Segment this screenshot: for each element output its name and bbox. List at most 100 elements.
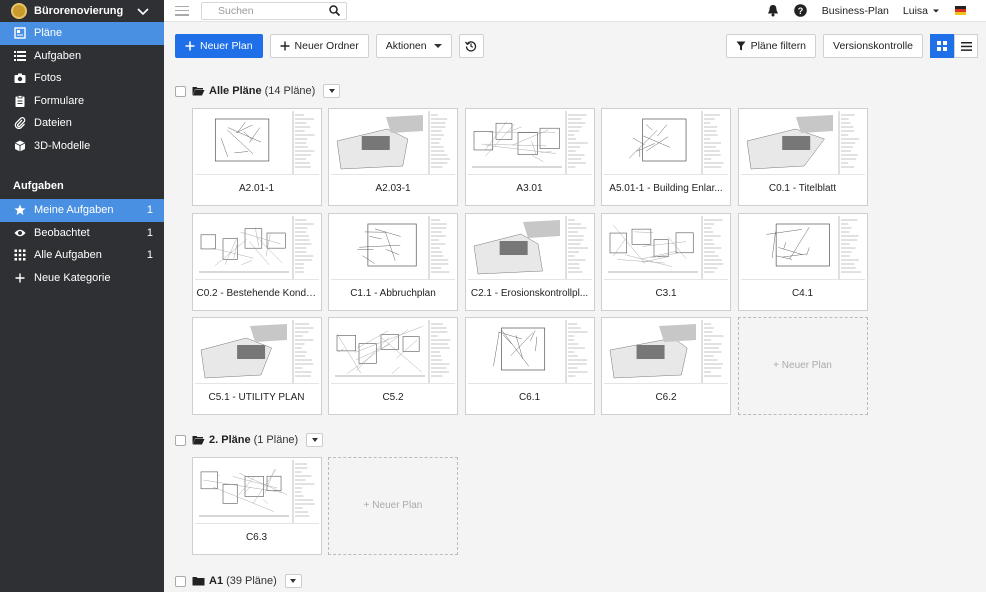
top-bar: Suchen ? Business-Plan Luisa xyxy=(164,0,986,22)
plan-title: C2.1 - Erosionskontrollpl... xyxy=(470,287,589,299)
plan-thumbnail xyxy=(740,111,865,175)
plan-title: C6.1 xyxy=(518,392,541,403)
group-dropdown-button[interactable] xyxy=(284,574,302,588)
plan-thumbnail xyxy=(194,320,319,384)
plan-card[interactable]: C0.2 - Bestehende Kondi... xyxy=(191,212,322,311)
plan-card[interactable]: C4.1 xyxy=(737,212,868,311)
new-plan-button[interactable]: Neuer Plan xyxy=(175,34,263,58)
list-view-button[interactable] xyxy=(954,34,978,58)
german-flag-icon[interactable] xyxy=(955,6,966,15)
tasks-section-title: Aufgaben xyxy=(13,180,64,192)
plan-drawing-thumbnail xyxy=(200,320,313,383)
plan-title: C0.1 - Titelblatt xyxy=(768,183,837,194)
plan-card[interactable]: A3.01 xyxy=(464,108,595,206)
list-view-icon xyxy=(960,41,972,51)
sidebar-item-label: Aufgaben xyxy=(34,49,82,62)
new-plan-card[interactable]: + Neuer Plan xyxy=(328,457,458,555)
menu-icon[interactable] xyxy=(175,4,189,18)
sidebar-item-3d-modelle[interactable]: 3D-Modelle xyxy=(0,135,164,158)
group-count: (1 Pläne) xyxy=(253,434,299,446)
grid-view-button[interactable] xyxy=(930,34,954,58)
folder-open-icon xyxy=(192,436,205,445)
toolbar: Neuer Plan Neuer Ordner Aktionen Pläne f… xyxy=(164,22,986,70)
sidebar-item-aufgaben[interactable]: Aufgaben xyxy=(0,45,164,68)
actions-dropdown[interactable]: Aktionen xyxy=(375,34,452,58)
plan-title: A5.01-1 - Building Enlar... xyxy=(609,183,723,194)
plan-card[interactable]: C0.1 - Titelblatt xyxy=(737,108,868,206)
plan-title: A2.03-1 xyxy=(375,183,411,194)
sidebar-item-alle-aufgaben[interactable]: Alle Aufgaben 1 xyxy=(0,244,164,267)
new-plan-card[interactable]: + Neuer Plan xyxy=(737,317,868,415)
plan-card[interactable]: C6.3 xyxy=(191,457,322,555)
plan-card[interactable]: A2.03-1 xyxy=(328,108,458,206)
group-name: Alle Pläne xyxy=(209,85,262,97)
bell-icon[interactable] xyxy=(766,4,780,18)
plan-card[interactable]: C1.1 - Abbruchplan xyxy=(328,212,458,311)
plan-card[interactable]: C5.1 - UTILITY PLAN xyxy=(191,317,322,415)
plans-icon xyxy=(13,27,26,40)
plan-card[interactable]: C6.2 xyxy=(601,317,731,415)
plan-title: C4.1 xyxy=(791,287,814,299)
search-icon[interactable] xyxy=(329,5,340,16)
help-icon[interactable]: ? xyxy=(794,4,808,18)
history-button[interactable] xyxy=(458,34,484,58)
sidebar-item-neue-kategorie[interactable]: Neue Kategorie xyxy=(0,267,164,290)
plan-title: C1.1 - Abbruchplan xyxy=(350,287,436,299)
plan-thumbnail xyxy=(331,215,455,280)
version-control-button[interactable]: Versionskontrolle xyxy=(823,34,923,58)
sidebar-item-label: Fotos xyxy=(34,72,62,85)
plan-card[interactable]: A2.01-1 xyxy=(191,108,322,206)
eye-icon xyxy=(13,226,26,239)
view-toggle xyxy=(930,34,978,58)
user-menu[interactable]: Luisa xyxy=(903,5,941,17)
plan-drawing-thumbnail xyxy=(628,111,724,174)
plan-drawing-thumbnail xyxy=(214,111,314,174)
sidebar-item-fotos[interactable]: Fotos xyxy=(0,67,164,90)
new-folder-button[interactable]: Neuer Ordner xyxy=(269,34,369,58)
plan-card[interactable]: C2.1 - Erosionskontrollpl... xyxy=(464,212,595,311)
plan-card[interactable]: A5.01-1 - Building Enlar... xyxy=(601,108,731,206)
plan-card[interactable]: C5.2 xyxy=(328,317,458,415)
plan-title: C6.3 xyxy=(245,532,268,543)
sidebar-item-formulare[interactable]: Formulare xyxy=(0,90,164,113)
group-checkbox[interactable] xyxy=(175,85,186,97)
plan-thumbnail xyxy=(331,111,455,175)
plan-card[interactable]: C6.1 xyxy=(464,317,595,415)
plus-icon xyxy=(185,41,195,51)
group-dropdown-button[interactable] xyxy=(306,433,324,447)
plan-card[interactable]: C3.1 xyxy=(601,212,731,311)
plan-thumbnail xyxy=(467,215,592,280)
plan-drawing-thumbnail xyxy=(198,460,315,523)
sidebar-item-plaene[interactable]: Pläne xyxy=(0,22,164,45)
sidebar-item-meine-aufgaben[interactable]: Meine Aufgaben 1 xyxy=(0,199,164,222)
sidebar-item-beobachtet[interactable]: Beobachtet 1 xyxy=(0,222,164,245)
group-dropdown-button[interactable] xyxy=(323,84,341,98)
sidebar-item-label: Neue Kategorie xyxy=(34,271,111,284)
group-checkbox[interactable] xyxy=(175,575,186,587)
group-header-a1: A1 (39 Pläne) xyxy=(175,572,302,590)
plan-thumbnail xyxy=(604,320,728,384)
star-icon xyxy=(13,204,26,217)
user-name: Luisa xyxy=(902,4,928,17)
business-plan-link[interactable]: Business-Plan xyxy=(822,5,889,17)
list-icon xyxy=(13,49,26,62)
toolbar-right: Pläne filtern Versionskontrolle xyxy=(725,34,978,58)
filter-plans-button[interactable]: Pläne filtern xyxy=(725,34,817,58)
folder-icon xyxy=(192,577,205,586)
new-plan-label: Neuer Plan xyxy=(200,40,253,52)
group-name: A1 xyxy=(209,575,224,587)
project-switcher[interactable]: Bürorenovierung xyxy=(0,0,164,22)
sidebar-item-label: Alle Aufgaben xyxy=(34,249,102,262)
group-checkbox[interactable] xyxy=(175,434,186,446)
sidebar: Bürorenovierung Pläne Aufgaben Fotos For… xyxy=(0,0,164,592)
project-name: Bürorenovierung xyxy=(34,5,124,17)
search-input[interactable]: Suchen xyxy=(201,1,347,20)
plan-drawing-thumbnail xyxy=(198,215,314,279)
caret-down-icon xyxy=(328,89,335,93)
caret-down-icon xyxy=(933,9,939,12)
sidebar-item-dateien[interactable]: Dateien xyxy=(0,112,164,135)
filter-plans-label: Pläne filtern xyxy=(750,40,807,52)
new-plan-card-label: + Neuer Plan xyxy=(363,500,423,511)
plan-thumbnail xyxy=(740,215,865,280)
plan-thumbnail xyxy=(194,215,319,280)
